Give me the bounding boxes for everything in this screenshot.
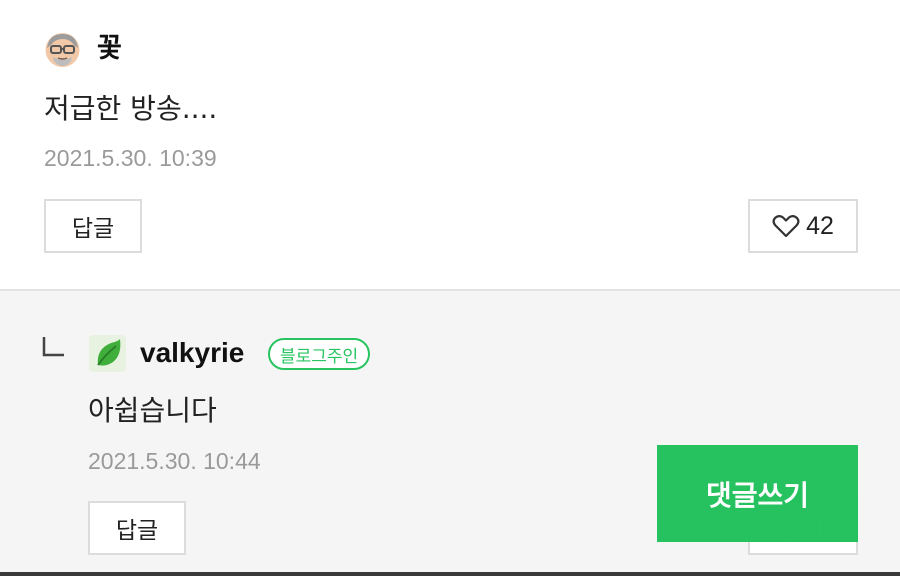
- reply-indicator-icon: [42, 337, 64, 357]
- leaf-avatar-icon[interactable]: [89, 335, 126, 372]
- comment-text: 저급한 방송....: [44, 92, 218, 125]
- reply-button-label: 답글: [115, 518, 159, 544]
- like-button[interactable]: 42: [748, 199, 858, 253]
- blog-owner-badge: 블로그주인: [268, 338, 371, 370]
- comment-date: 2021.5.30. 10:44: [88, 448, 261, 474]
- comment-nickname[interactable]: 꽃: [97, 30, 122, 68]
- reply-button[interactable]: 답글: [44, 199, 142, 253]
- reply-button-label: 답글: [71, 216, 115, 242]
- bottom-edge: [0, 572, 900, 576]
- write-comment-button[interactable]: 댓글쓰기: [657, 445, 858, 542]
- comment-text: 아쉽습니다: [88, 394, 217, 427]
- old-man-avatar-icon[interactable]: [44, 31, 81, 68]
- like-count: 42: [806, 211, 834, 240]
- reply-button[interactable]: 답글: [88, 501, 186, 555]
- comment-nickname[interactable]: valkyrie: [140, 334, 244, 372]
- comment-date: 2021.5.30. 10:39: [44, 145, 217, 171]
- heart-icon: [772, 215, 800, 238]
